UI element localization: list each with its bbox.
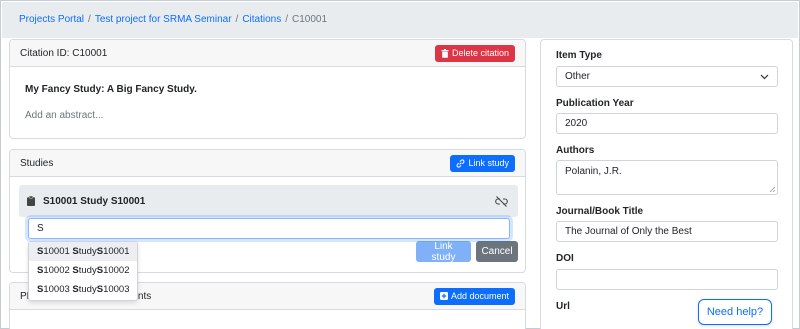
authors-value: Polanin, J.R.	[565, 166, 622, 177]
abstract-placeholder[interactable]: Add an abstract...	[25, 110, 103, 121]
add-document-button[interactable]: Add document	[433, 287, 515, 305]
studies-header: Studies	[20, 157, 54, 169]
citation-card-header: Citation ID: C10001 Delete citation	[10, 40, 525, 67]
link-icon	[456, 158, 465, 168]
pub-year-input[interactable]: 2020	[556, 113, 778, 134]
item-type-select[interactable]: Other	[556, 66, 778, 87]
pub-year-value: 2020	[565, 118, 588, 129]
linked-study-row: S10001 Study S10001	[19, 185, 518, 217]
unlink-icon[interactable]	[495, 195, 508, 207]
link-study-header-button[interactable]: Link study	[450, 154, 515, 172]
breadcrumb-projects-portal[interactable]: Projects Portal	[19, 14, 84, 25]
journal-value: The Journal of Only the Best	[565, 226, 692, 237]
breadcrumb-citations[interactable]: Citations	[242, 14, 281, 25]
delete-citation-button[interactable]: Delete citation	[434, 44, 515, 62]
doi-label: DOI	[556, 253, 574, 264]
breadcrumb-separator: /	[235, 14, 239, 25]
need-help-label: Need help?	[706, 306, 764, 318]
app-frame: Projects Portal / Test project for SRMA Se…	[0, 0, 800, 329]
citation-title[interactable]: My Fancy Study: A Big Fancy Study.	[25, 84, 197, 95]
cancel-button[interactable]: Cancel	[476, 241, 518, 262]
add-document-label: Add document	[450, 291, 509, 301]
link-study-submit-button[interactable]: Link study	[416, 240, 471, 263]
study-search-value: S	[37, 223, 44, 234]
clipboard-icon	[27, 196, 35, 206]
authors-textarea[interactable]: Polanin, J.R.	[556, 160, 778, 195]
citation-details-card: Item Type Other Publication Year 2020 Au…	[540, 39, 793, 329]
suggestion-item[interactable]: S 10001 Study S 10001	[29, 242, 137, 261]
breadcrumb-current: C10001	[292, 14, 328, 25]
item-type-label: Item Type	[556, 50, 602, 61]
breadcrumb: Projects Portal / Test project for SRMA Se…	[2, 2, 798, 38]
suggestion-item[interactable]: S 10002 Study S 10002	[29, 261, 137, 280]
study-suggestions-dropdown: S 10001 Study S 10001 S 10002 Study S 10002 …	[28, 241, 138, 301]
cancel-label: Cancel	[481, 246, 513, 257]
resize-handle-icon[interactable]	[769, 186, 775, 192]
chevron-down-icon	[760, 74, 769, 80]
journal-label: Journal/Book Title	[556, 206, 644, 217]
item-type-value: Other	[565, 71, 591, 82]
need-help-button[interactable]: Need help?	[698, 299, 772, 325]
link-study-submit-label: Link study	[431, 240, 456, 263]
trash-icon	[441, 48, 449, 58]
journal-input[interactable]: The Journal of Only the Best	[556, 221, 778, 242]
studies-card-header: Studies Link study	[10, 150, 525, 177]
suggestion-item[interactable]: S 10003 Study S 10003	[29, 280, 137, 299]
link-study-header-label: Link study	[468, 158, 509, 168]
delete-citation-label: Delete citation	[451, 48, 509, 58]
citation-card: Citation ID: C10001 Delete citation My F…	[9, 39, 526, 139]
breadcrumb-project[interactable]: Test project for SRMA Seminar	[95, 14, 232, 25]
study-search-input[interactable]: S	[28, 218, 510, 239]
citation-id-label: Citation ID: C10001	[20, 47, 108, 59]
linked-study-label: S10001 Study S10001	[43, 195, 146, 207]
authors-label: Authors	[556, 145, 595, 156]
doi-input[interactable]	[556, 269, 778, 290]
url-label: Url	[556, 301, 570, 312]
pub-year-label: Publication Year	[556, 98, 634, 109]
breadcrumb-separator: /	[285, 14, 288, 25]
plus-square-icon	[439, 292, 448, 300]
breadcrumb-separator: /	[88, 14, 91, 25]
